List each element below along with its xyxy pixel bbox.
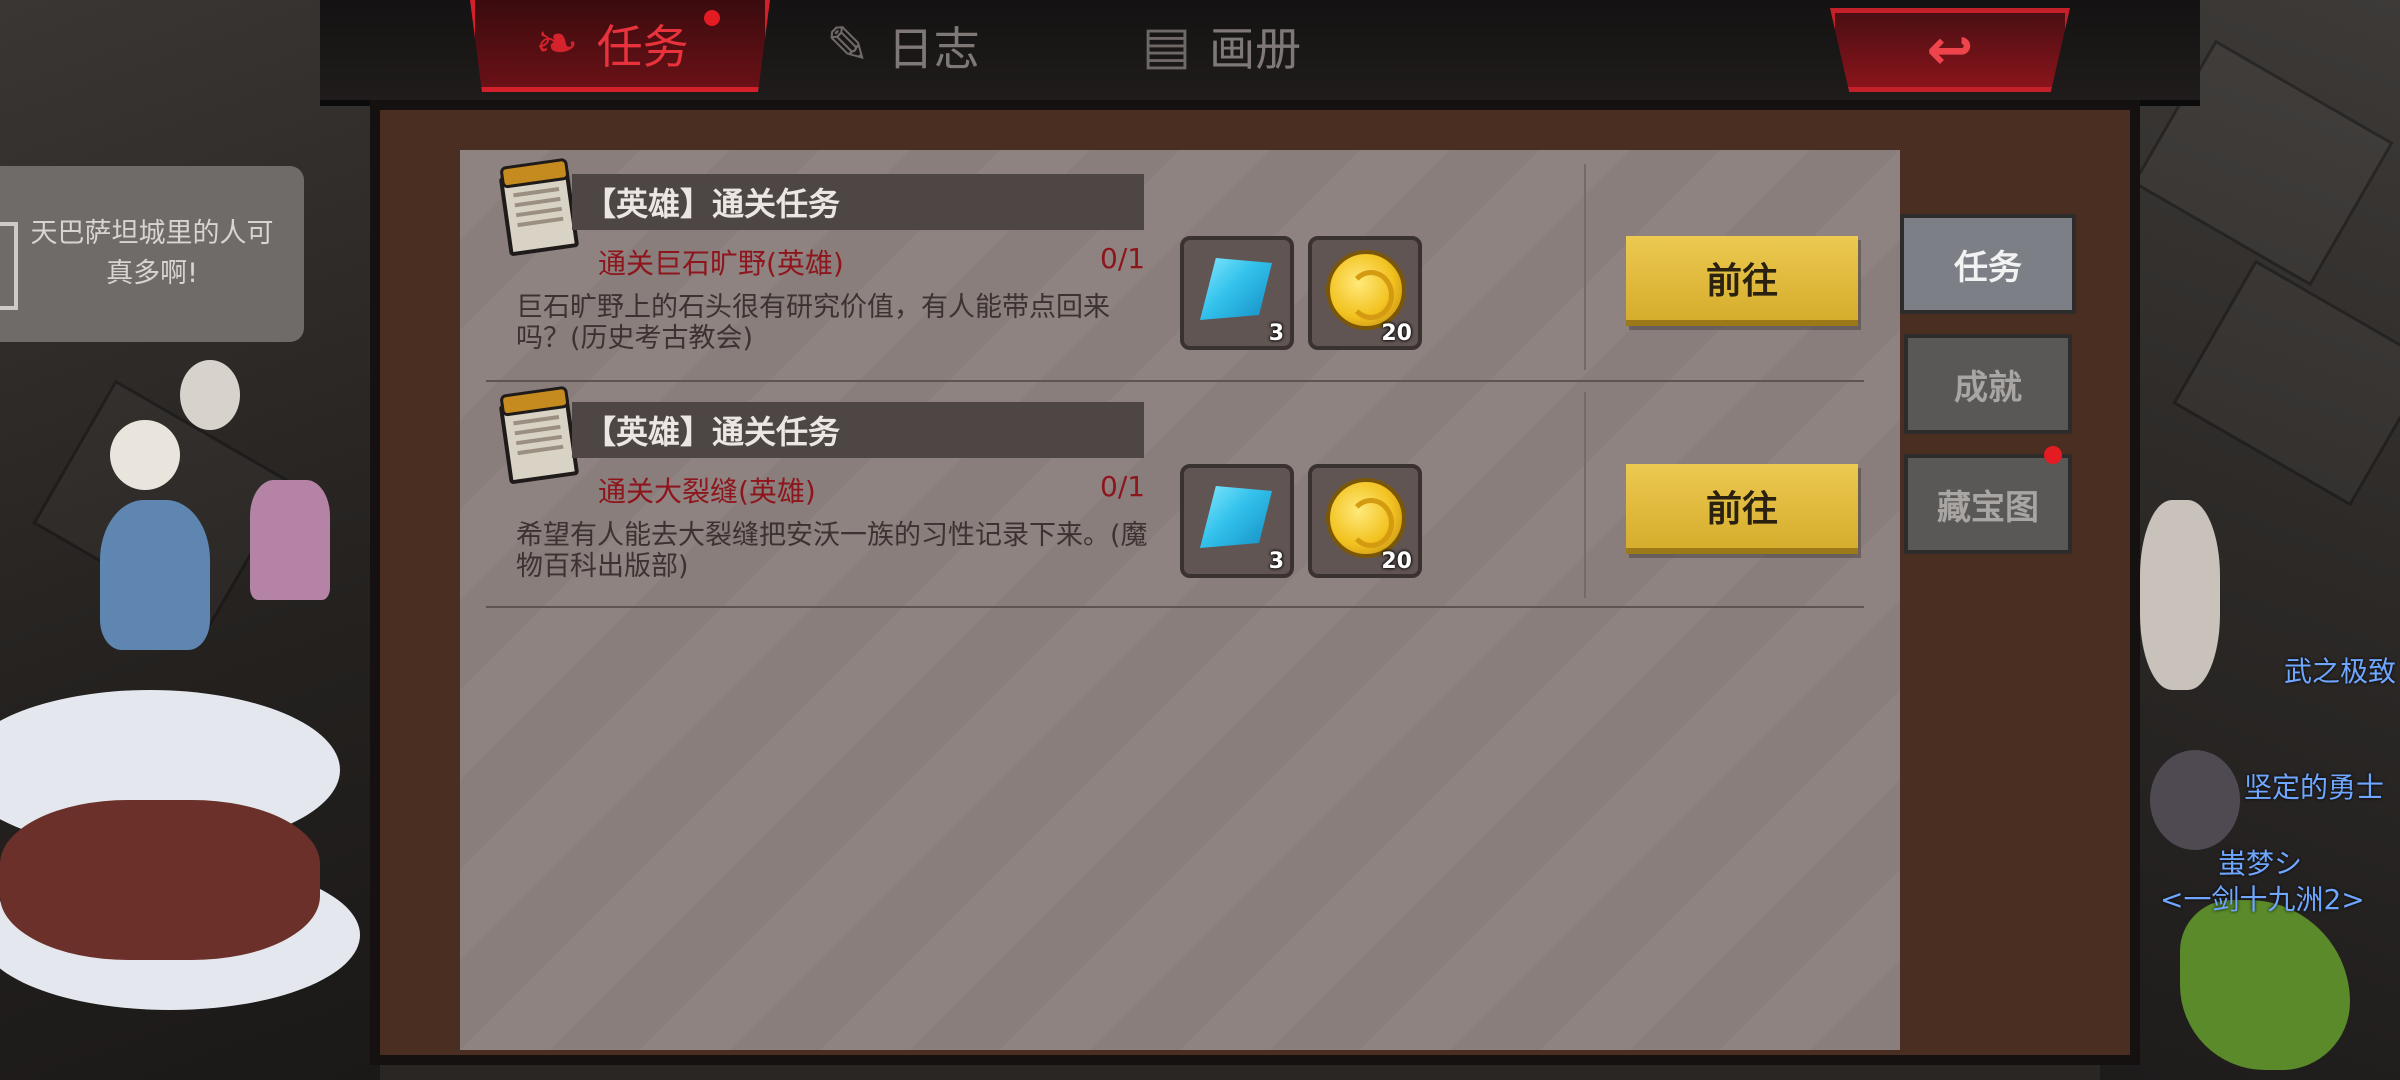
player-guild-name[interactable]: <一剑十九洲2> — [2160, 878, 2365, 918]
column-divider — [1584, 392, 1586, 598]
quest-condition: 通关大裂缝(英雄) — [598, 475, 816, 508]
gold-coin-icon — [1326, 478, 1406, 558]
go-button[interactable]: 前往 — [1626, 236, 1858, 326]
speech-pointer — [0, 222, 18, 310]
notification-dot — [704, 10, 720, 26]
tab-label: 日志 — [887, 22, 980, 76]
side-tab-tasks[interactable]: 任务 — [1900, 214, 2076, 314]
npc-character — [110, 420, 180, 490]
reward-count: 20 — [1381, 321, 1412, 346]
tab-label: 任务 — [596, 19, 689, 74]
player-character[interactable] — [2140, 500, 2220, 690]
calendar-icon — [498, 395, 580, 485]
scroll-icon: ❧ — [535, 13, 579, 74]
side-tab-treasure-map[interactable]: 藏宝图 — [1904, 454, 2072, 554]
book-icon: ▤ — [1142, 16, 1192, 76]
quill-icon: ✎ — [826, 16, 870, 76]
hat-character — [250, 480, 330, 600]
red-rock — [0, 800, 320, 960]
quest-description: 希望有人能去大裂缝把安沃一族的习性记录下来。(魔物百科出版部) — [516, 520, 1148, 582]
player-name[interactable]: 蚩梦シ — [2218, 842, 2302, 882]
back-button[interactable]: ↩ — [1830, 8, 2070, 92]
row-divider — [486, 606, 1864, 608]
blue-crystal-icon — [1200, 258, 1272, 320]
quest-item: 【英雄】通关任务 通关大裂缝(英雄) 0/1 希望有人能去大裂缝把安沃一族的习性… — [498, 378, 1880, 608]
quest-progress: 0/1 — [1100, 242, 1146, 275]
reward-slot[interactable]: 20 — [1308, 464, 1422, 578]
quest-condition: 通关巨石旷野(英雄) — [598, 247, 844, 280]
tab-album[interactable]: ▤ 画册 — [1142, 0, 1301, 92]
reward-count: 3 — [1268, 321, 1284, 346]
reward-slot[interactable]: 3 — [1180, 236, 1294, 350]
npc-speech-text: 天巴萨坦城里的人可真多啊! — [30, 218, 274, 289]
player-name[interactable]: 武之极致 — [2284, 650, 2396, 690]
back-arrow-icon: ↩ — [1926, 17, 1974, 83]
tab-journal[interactable]: ✎ 日志 — [826, 0, 980, 92]
reward-slot[interactable]: 20 — [1308, 236, 1422, 350]
quest-progress: 0/1 — [1100, 470, 1146, 503]
go-button[interactable]: 前往 — [1626, 464, 1858, 554]
quest-title: 【英雄】通关任务 — [572, 402, 1144, 458]
notification-dot — [2044, 446, 2062, 464]
reward-count: 20 — [1381, 549, 1412, 574]
tab-label: 画册 — [1209, 22, 1302, 76]
skull-character — [180, 360, 240, 430]
calendar-icon — [498, 167, 580, 257]
player-character[interactable] — [2150, 750, 2240, 850]
column-divider — [1584, 164, 1586, 370]
quest-item: 【英雄】通关任务 通关巨石旷野(英雄) 0/1 巨石旷野上的石头很有研究价值，有… — [498, 150, 1880, 380]
gold-coin-icon — [1326, 250, 1406, 330]
side-tab-achievements[interactable]: 成就 — [1904, 334, 2072, 434]
npc-speech-bubble: 天巴萨坦城里的人可真多啊! — [0, 166, 304, 342]
blue-crystal-icon — [1200, 486, 1272, 548]
tab-tasks[interactable]: ❧ 任务 — [470, 0, 770, 92]
reward-slot[interactable]: 3 — [1180, 464, 1294, 578]
player-name[interactable]: 坚定的勇士 — [2244, 766, 2384, 806]
quest-description: 巨石旷野上的石头很有研究价值，有人能带点回来吗？(历史考古教会) — [516, 292, 1110, 354]
quest-title: 【英雄】通关任务 — [572, 174, 1144, 230]
reward-count: 3 — [1268, 549, 1284, 574]
npc-character — [100, 500, 210, 650]
